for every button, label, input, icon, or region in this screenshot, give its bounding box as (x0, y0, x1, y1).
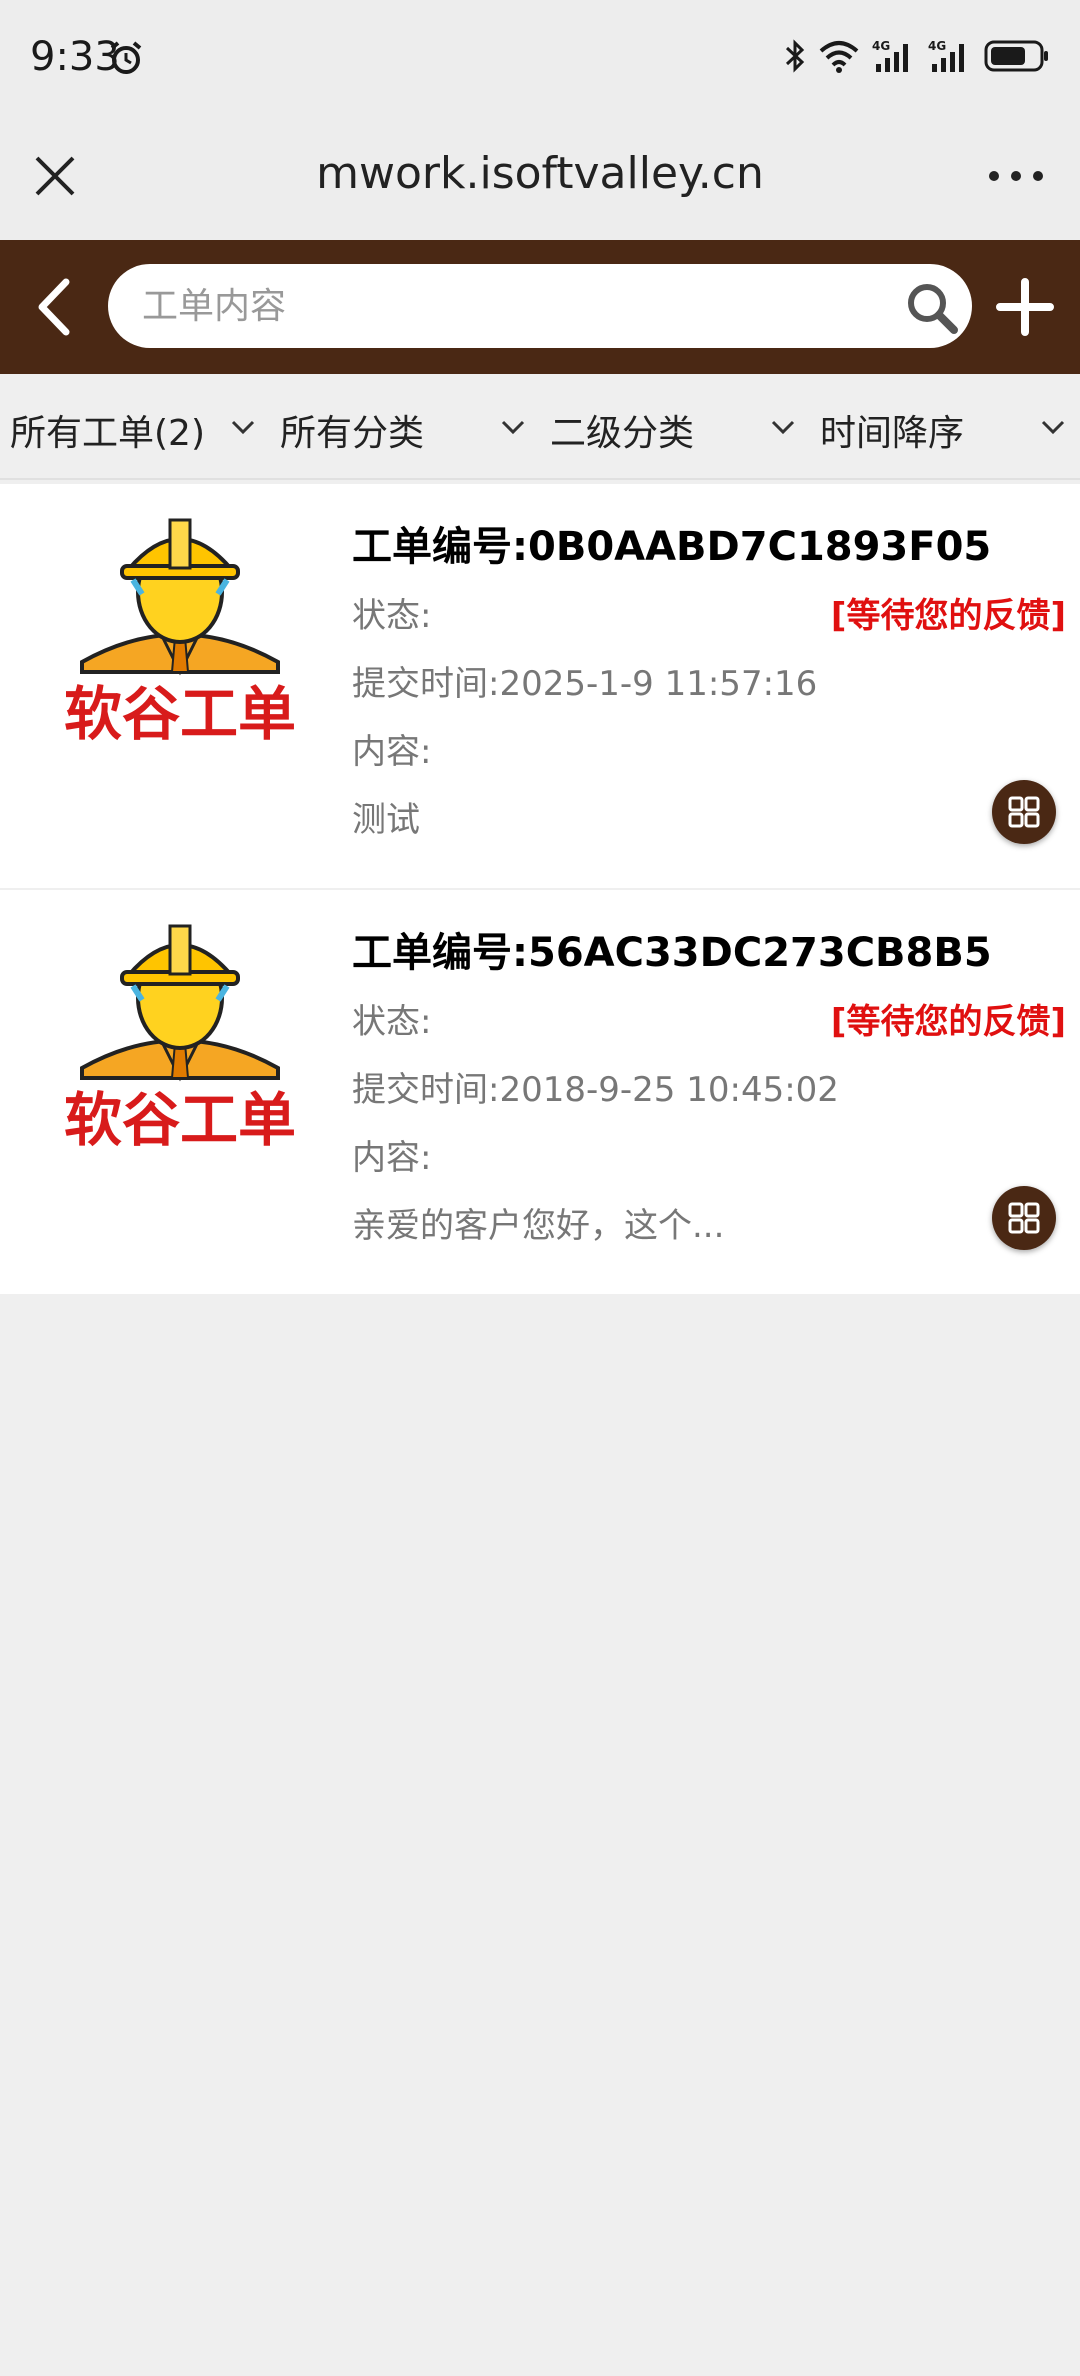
chevron-down-icon (501, 420, 525, 435)
filter-label: 二级分类 (550, 413, 695, 454)
status-bar: 9:33 4G 4G (0, 0, 1080, 118)
browser-url-title: mwork.isoftvalley.cn (316, 148, 764, 199)
filter-subcategory[interactable]: 二级分类 (540, 374, 810, 480)
worker-logo-image: 软谷工单 (64, 518, 296, 748)
ticket-title: 工单编号:56AC33DC273CB8B5 (352, 930, 992, 976)
battery-icon (984, 40, 1048, 72)
alarm-clock-icon (110, 41, 142, 74)
submit-time: 提交时间:2018-9-25 10:45:02 (352, 1070, 839, 1110)
logo-text: 软谷工单 (64, 680, 296, 748)
filter-label: 所有工单(2) (10, 413, 205, 454)
signal-4g-icon: 4G (928, 39, 964, 72)
status-value: [等待您的反馈] (830, 1002, 1066, 1042)
chevron-down-icon (1041, 420, 1065, 435)
filter-bar: 所有工单(2) 所有分类 二级分类 时间降序 (0, 374, 1080, 480)
logo-text: 软谷工单 (64, 1086, 296, 1154)
search-box (108, 264, 972, 348)
submit-time: 提交时间:2025-1-9 11:57:16 (352, 664, 818, 704)
bluetooth-icon (785, 39, 805, 73)
content-label: 内容: (352, 1138, 432, 1178)
grid-icon (1008, 796, 1040, 828)
back-arrow-icon[interactable] (30, 276, 80, 338)
chevron-down-icon (231, 420, 255, 435)
wifi-icon (819, 41, 859, 73)
chevron-down-icon (771, 420, 795, 435)
status-time: 9:33 (30, 34, 120, 80)
more-options-icon[interactable] (986, 166, 1046, 186)
status-icons: 4G 4G (784, 36, 1050, 76)
content-value: 亲爱的客户您好，这个... (352, 1206, 725, 1246)
grid-menu-button[interactable] (992, 1186, 1056, 1250)
grid-menu-button[interactable] (992, 780, 1056, 844)
svg-text:4G: 4G (928, 39, 946, 53)
filter-category[interactable]: 所有分类 (270, 374, 540, 480)
grid-icon (1008, 1202, 1040, 1234)
add-icon[interactable] (996, 278, 1054, 336)
svg-text:4G: 4G (872, 39, 890, 53)
ticket-card[interactable]: 软谷工单 工单编号:0B0AABD7C1893F05 状态: [等待您的反馈] … (0, 484, 1080, 888)
search-input[interactable] (142, 264, 882, 348)
filter-label: 所有分类 (280, 413, 425, 454)
ticket-card[interactable]: 软谷工单 工单编号:56AC33DC273CB8B5 状态: [等待您的反馈] … (0, 890, 1080, 1294)
filter-label: 时间降序 (820, 413, 965, 454)
content-value: 测试 (352, 800, 420, 840)
filter-sort-time[interactable]: 时间降序 (810, 374, 1080, 480)
status-label: 状态: (352, 596, 432, 636)
browser-bar: mwork.isoftvalley.cn (0, 118, 1080, 240)
filter-all-tickets[interactable]: 所有工单(2) (0, 374, 270, 480)
worker-logo-image: 软谷工单 (64, 924, 296, 1154)
search-header (0, 240, 1080, 374)
content-label: 内容: (352, 732, 432, 772)
ticket-title: 工单编号:0B0AABD7C1893F05 (352, 524, 992, 570)
status-label: 状态: (352, 1002, 432, 1042)
signal-4g-icon: 4G (872, 39, 908, 72)
search-icon[interactable] (904, 280, 960, 336)
status-value: [等待您的反馈] (830, 596, 1066, 636)
